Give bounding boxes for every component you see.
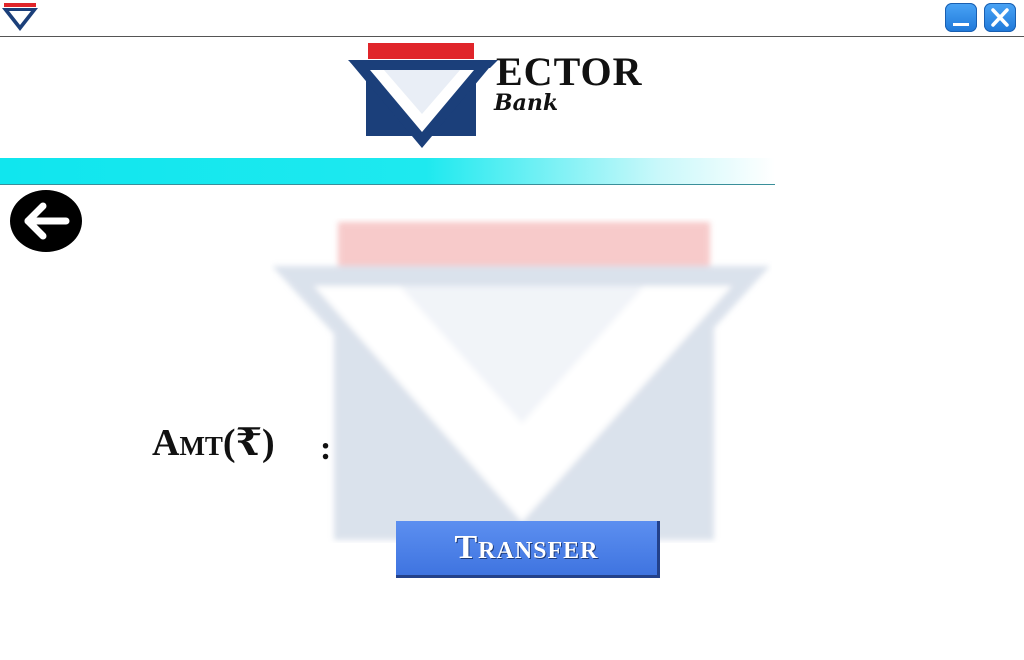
close-icon [991,8,1009,27]
arrow-left-icon [24,202,70,240]
amount-label: Amt(₹) [152,422,275,464]
vector-bank-v-logo-mark [348,43,498,148]
transfer-button[interactable]: Transfer [396,521,660,578]
vector-bank-watermark [272,222,770,540]
back-button[interactable] [10,190,82,252]
header-divider-band [0,158,775,185]
title-bar [0,0,1024,37]
amount-colon: : [320,430,332,467]
brand-subtitle: Bank [494,90,559,116]
minimize-icon [953,23,969,26]
transfer-screen: ECTOR Bank Amt(₹) : Transfer [0,0,1024,660]
amount-input[interactable] [350,428,654,470]
vector-bank-v-icon [2,3,38,31]
vector-bank-logo: ECTOR Bank [348,40,660,150]
brand-wordmark: ECTOR [496,49,643,94]
close-button[interactable] [984,3,1016,32]
minimize-button[interactable] [945,3,977,32]
